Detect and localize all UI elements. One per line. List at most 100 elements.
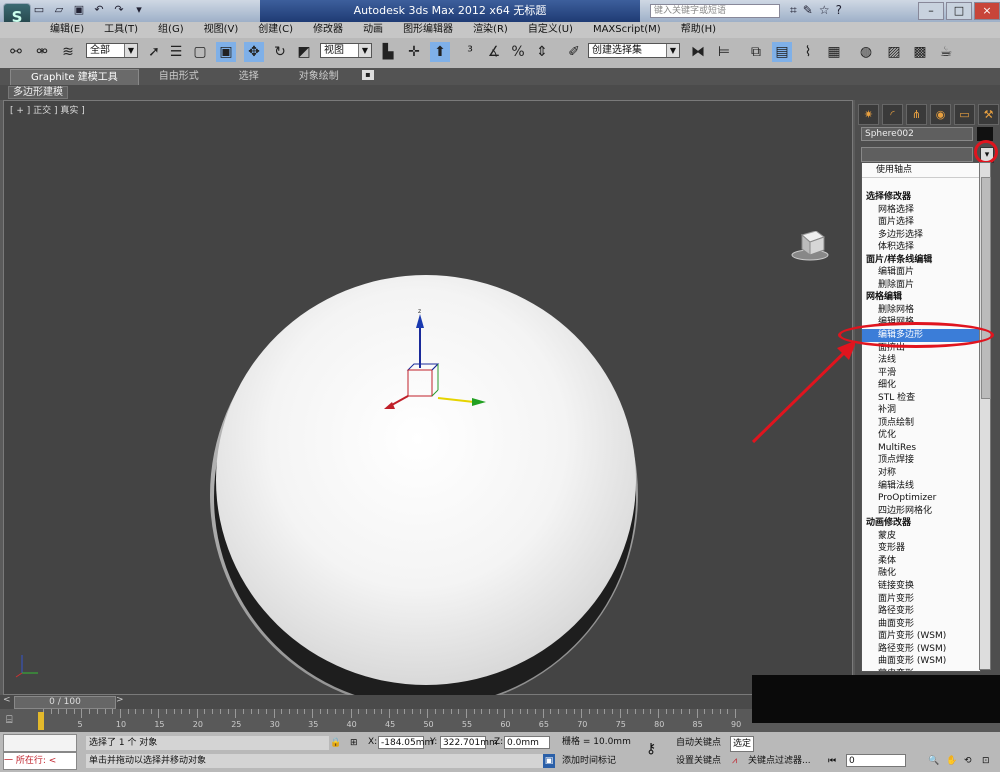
percent-snap-icon[interactable]: % [508, 42, 528, 62]
menu-item[interactable]: 帮助(H) [671, 23, 726, 37]
graphite-toggle-icon[interactable]: ▤ [772, 42, 792, 62]
create-tab-icon[interactable]: ✷ [858, 104, 879, 125]
list-item[interactable]: 顶点绘制 [862, 417, 980, 430]
select-object-icon[interactable]: ➚ [144, 42, 164, 62]
pivot-icon[interactable]: ▙ [378, 42, 398, 62]
dropdown-icon[interactable]: ▾ [132, 3, 146, 17]
perspective-viewport[interactable]: [ + ] 正交 ] 真实 ] z [3, 100, 853, 709]
object-name-field[interactable]: Sphere002 [861, 127, 973, 141]
ribbon-tab[interactable]: Graphite 建模工具 [10, 69, 139, 86]
named-selection-dropdown[interactable]: 创建选择集 ▼ [588, 43, 680, 58]
list-item[interactable]: 编辑面片 [862, 266, 980, 279]
menu-item[interactable]: 工具(T) [94, 23, 148, 37]
key-icon[interactable]: ⚷ [646, 742, 656, 756]
menu-item[interactable]: 视图(V) [194, 23, 249, 37]
display-tab-icon[interactable]: ▭ [954, 104, 975, 125]
transform-gizmo[interactable]: z [374, 306, 494, 416]
render-teapot-icon[interactable]: ☕ [936, 42, 956, 62]
modifier-dropdown-list[interactable]: 使用轴点 选择修改器 网格选择 面片选择 多边形选择 体积选择 面片/样条线编辑 编辑面片删… [861, 162, 981, 672]
menu-item[interactable]: 自定义(U) [518, 23, 583, 37]
maximize-button[interactable]: □ [946, 2, 972, 20]
list-item[interactable]: 面片变形 (WSM) [862, 630, 980, 643]
link-icon[interactable]: ⚯ [6, 42, 26, 62]
help-icon[interactable]: ? [836, 3, 842, 18]
auto-key-button[interactable]: 自动关键点 [676, 736, 721, 750]
current-frame-field[interactable]: 0 [846, 754, 906, 767]
render-setup-icon[interactable]: ▨ [884, 42, 904, 62]
ribbon-tab[interactable]: 自由形式 [139, 69, 219, 86]
selection-filter-dropdown[interactable]: 全部 ▼ [86, 43, 138, 58]
menu-item[interactable]: 图形编辑器 [393, 23, 463, 37]
list-item[interactable]: MultiRes [862, 442, 980, 455]
scale-icon[interactable]: ◩ [294, 42, 314, 62]
undo-icon[interactable]: ↶ [92, 3, 106, 17]
star-icon[interactable]: ☆ [819, 3, 830, 18]
open-icon[interactable]: ▱ [52, 3, 66, 17]
list-item[interactable]: 细化 [862, 379, 980, 392]
window-crossing-icon[interactable]: ▣ [216, 42, 236, 62]
list-item[interactable]: 路径变形 [862, 605, 980, 618]
goto-start-icon[interactable]: ⏮ [828, 754, 836, 768]
list-item[interactable]: 多边形选择 [862, 229, 980, 242]
set-key-button[interactable]: 设置关键点 [676, 754, 721, 768]
utilities-tab-icon[interactable]: ⚒ [978, 104, 999, 125]
list-item[interactable]: 面片变形 [862, 593, 980, 606]
selected-dropdown[interactable]: 选定 [730, 736, 755, 752]
ribbon-options-icon[interactable]: ▪ [362, 70, 374, 80]
spinner-snap-icon[interactable]: ⇕ [532, 42, 552, 62]
reference-coord-dropdown[interactable]: 视图 ▼ [320, 43, 372, 58]
list-item[interactable]: 面片选择 [862, 216, 980, 229]
pan-icon[interactable]: ✋ [946, 754, 957, 768]
list-item[interactable]: 融化 [862, 567, 980, 580]
rect-selection-icon[interactable]: ▢ [190, 42, 210, 62]
maximize-viewport-icon[interactable]: ⊡ [982, 754, 990, 768]
list-item[interactable]: 曲面变形 [862, 618, 980, 631]
maxscript-listener[interactable] [3, 734, 77, 752]
hierarchy-tab-icon[interactable]: ⋔ [906, 104, 927, 125]
polygon-modeling-label[interactable]: 多边形建模 [8, 86, 68, 99]
menu-item[interactable]: 动画 [353, 23, 393, 37]
new-icon[interactable]: ▭ [32, 3, 46, 17]
lock-icon[interactable]: 🔒 [330, 736, 341, 750]
absolute-mode-icon[interactable]: ⊞ [350, 736, 358, 750]
y-coordinate-field[interactable]: 322.701mm [440, 736, 498, 749]
list-item[interactable]: 删除网格 [862, 304, 980, 317]
object-color-swatch[interactable] [977, 127, 993, 141]
list-item[interactable]: STL 检查 [862, 392, 980, 405]
minimize-button[interactable]: – [918, 2, 944, 20]
list-item[interactable]: 平滑 [862, 367, 980, 380]
menu-item[interactable]: 编辑(E) [40, 23, 94, 37]
binoculars-icon[interactable]: ⌗ [790, 3, 797, 18]
menu-item[interactable]: 修改器 [303, 23, 353, 37]
list-item[interactable]: ProOptimizer [862, 492, 980, 505]
list-item[interactable]: 编辑法线 [862, 480, 980, 493]
manipulate-icon[interactable]: ✛ [404, 42, 424, 62]
list-item[interactable]: 使用轴点 [862, 163, 980, 178]
add-time-tag-button[interactable]: 添加时间标记 [562, 754, 616, 768]
search-input[interactable]: 键入关键字或短语 [650, 4, 780, 18]
rotate-icon[interactable]: ↻ [270, 42, 290, 62]
schematic-view-icon[interactable]: ▦ [824, 42, 844, 62]
scrollbar-thumb[interactable] [981, 177, 991, 399]
dropdown-scrollbar[interactable] [979, 162, 991, 670]
material-editor-icon[interactable]: ◍ [856, 42, 876, 62]
wrench-icon[interactable]: ✎ [803, 3, 813, 18]
close-button[interactable]: × [974, 2, 1000, 20]
x-coordinate-field[interactable]: -184.05mm [378, 736, 433, 749]
list-item[interactable]: 四边形网格化 [862, 505, 980, 518]
viewcube-icon[interactable] [790, 231, 830, 261]
snap-3d-icon[interactable]: ³ [460, 42, 480, 62]
orbit-icon[interactable]: ⟲ [964, 754, 972, 768]
time-slider-handle[interactable] [38, 712, 44, 730]
list-item[interactable]: 变形器 [862, 542, 980, 555]
keyboard-shortcut-icon[interactable]: ⬆ [430, 42, 450, 62]
list-item[interactable]: 法线 [862, 354, 980, 367]
viewport-label[interactable]: [ + ] 正交 ] 真实 ] [10, 103, 85, 116]
list-item[interactable]: 顶点焊接 [862, 454, 980, 467]
menu-item[interactable]: MAXScript(M) [583, 23, 671, 37]
list-item[interactable]: 优化 [862, 429, 980, 442]
time-tag-icon[interactable]: ▣ [543, 754, 555, 768]
menu-item[interactable]: 组(G) [148, 23, 194, 37]
select-by-name-icon[interactable]: ☰ [166, 42, 186, 62]
list-item[interactable]: 链接变换 [862, 580, 980, 593]
